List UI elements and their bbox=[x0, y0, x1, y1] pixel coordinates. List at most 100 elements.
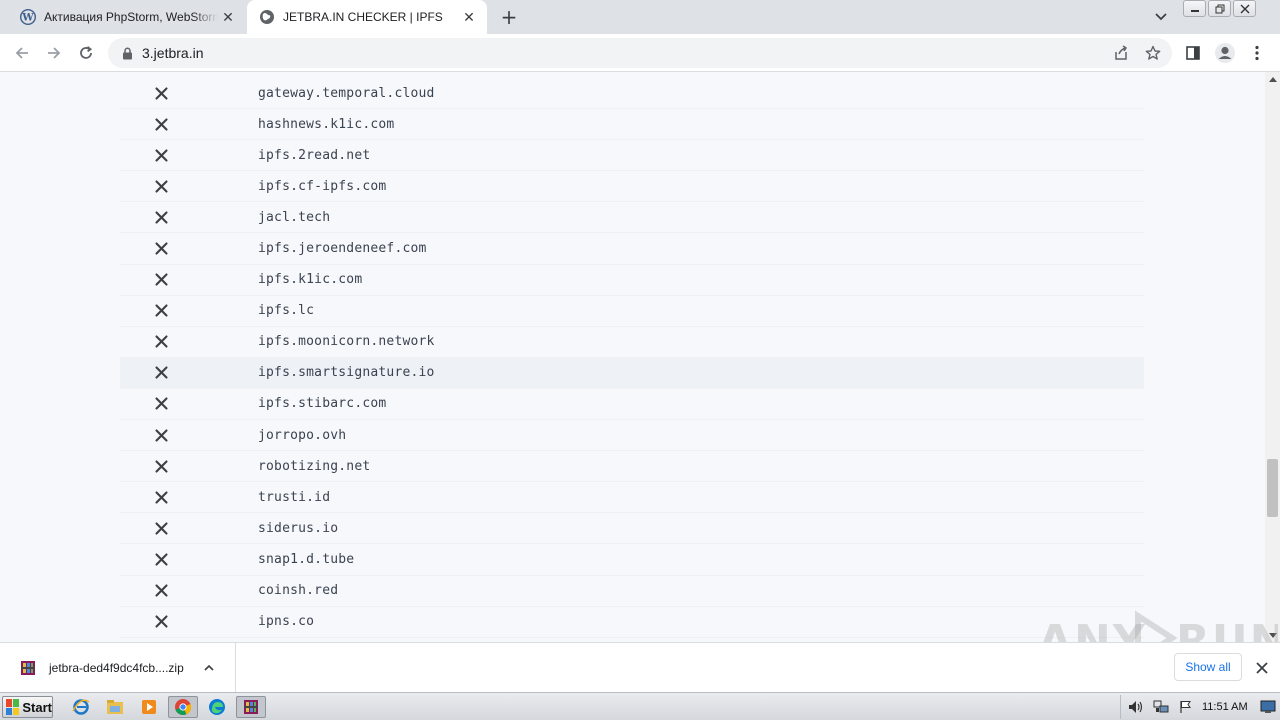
share-icon bbox=[1115, 45, 1128, 60]
close-window-button[interactable] bbox=[1233, 0, 1256, 17]
gateway-domain: ipfs.stibarc.com bbox=[258, 396, 387, 412]
gateway-row: siderus.io bbox=[120, 513, 1144, 545]
caret-up-icon bbox=[1268, 76, 1277, 82]
tab-checker[interactable]: JETBRA.IN CHECKER | IPFS ✕ bbox=[247, 0, 487, 34]
gateway-row: coinsh.red bbox=[120, 576, 1144, 607]
folder-icon bbox=[107, 700, 123, 714]
archive-file-icon bbox=[20, 660, 36, 676]
new-tab-button[interactable]: + bbox=[497, 5, 521, 29]
system-tray: 11:51 AM bbox=[1120, 695, 1280, 719]
fail-x-icon bbox=[120, 86, 200, 100]
fail-x-icon bbox=[120, 429, 200, 442]
forward-button[interactable] bbox=[42, 41, 66, 65]
avatar-icon bbox=[1215, 43, 1235, 63]
gateway-domain: ipfs.moonicorn.network bbox=[258, 334, 435, 350]
edge-icon bbox=[209, 699, 225, 715]
gateway-domain: ipfs.lc bbox=[258, 303, 315, 319]
gateway-row: ipns.co bbox=[120, 607, 1144, 638]
menu-button[interactable] bbox=[1246, 42, 1268, 64]
gateway-domain: gateway.temporal.cloud bbox=[258, 85, 435, 101]
network-icon[interactable] bbox=[1151, 698, 1171, 716]
start-label: Start bbox=[22, 699, 52, 715]
fail-x-icon bbox=[120, 522, 200, 535]
fail-x-icon bbox=[120, 304, 200, 317]
gateway-domain: robotizing.net bbox=[258, 458, 371, 474]
gateway-row: ipfs.jeroendeneef.com bbox=[120, 233, 1144, 265]
gateway-row: ipfs.stibarc.com bbox=[120, 389, 1144, 421]
scroll-up-button[interactable] bbox=[1265, 72, 1280, 86]
fail-x-icon bbox=[120, 460, 200, 473]
side-panel-icon bbox=[1186, 46, 1200, 60]
gateway-domain: snap1.d.tube bbox=[258, 551, 355, 567]
taskbar-clock[interactable]: 11:51 AM bbox=[1202, 701, 1248, 713]
windows-flag-icon bbox=[6, 699, 20, 715]
gateway-domain: jorropo.ovh bbox=[258, 427, 347, 443]
arrow-right-icon bbox=[48, 47, 61, 59]
page-content: gateway.temporal.cloud hashnews.k1ic.com i… bbox=[0, 72, 1265, 642]
taskbar-explorer[interactable] bbox=[100, 696, 130, 718]
action-center-flag-icon[interactable] bbox=[1176, 698, 1196, 716]
taskbar-chrome[interactable] bbox=[168, 696, 198, 718]
chevron-down-icon bbox=[1155, 13, 1167, 21]
reload-icon bbox=[80, 46, 93, 59]
tab-activation[interactable]: W Активация PhpStorm, WebStorm, IntelliJ… bbox=[8, 0, 246, 34]
chrome-icon bbox=[175, 699, 192, 716]
taskbar-edge[interactable] bbox=[202, 696, 232, 718]
fail-x-icon bbox=[120, 335, 200, 348]
taskbar-media-player[interactable] bbox=[134, 696, 164, 718]
gateway-row: gateway.temporal.cloud bbox=[120, 78, 1144, 110]
gateway-domain: ipfs.cf-ipfs.com bbox=[258, 178, 387, 194]
reload-button[interactable] bbox=[74, 41, 98, 65]
fail-x-icon bbox=[120, 397, 200, 411]
restore-button[interactable] bbox=[1208, 0, 1231, 17]
side-panel-button[interactable] bbox=[1182, 42, 1204, 64]
gateway-domain: ipns.co bbox=[258, 614, 315, 630]
close-download-bar-button[interactable] bbox=[1252, 658, 1272, 678]
show-desktop-icon[interactable] bbox=[1258, 698, 1278, 716]
tab-title: JETBRA.IN CHECKER | IPFS bbox=[283, 10, 443, 24]
restore-icon bbox=[1215, 4, 1224, 13]
url-text: 3.jetbra.in bbox=[142, 45, 204, 61]
globe-icon bbox=[259, 9, 275, 25]
address-bar[interactable]: 3.jetbra.in bbox=[108, 38, 1172, 68]
back-button[interactable] bbox=[10, 41, 34, 65]
gateway-row: trusti.id bbox=[120, 482, 1144, 514]
gateway-list: gateway.temporal.cloud hashnews.k1ic.com i… bbox=[120, 78, 1144, 638]
fail-x-icon bbox=[120, 366, 200, 379]
bookmark-button[interactable] bbox=[1142, 42, 1164, 64]
arrow-left-icon bbox=[15, 47, 28, 59]
gateway-domain: ipfs.2read.net bbox=[258, 147, 371, 163]
minimize-button[interactable] bbox=[1183, 0, 1206, 17]
close-icon[interactable]: ✕ bbox=[459, 7, 479, 27]
scrollbar-thumb[interactable] bbox=[1267, 459, 1278, 517]
download-options-button[interactable] bbox=[202, 661, 216, 675]
taskbar-ie[interactable] bbox=[66, 696, 96, 718]
internet-explorer-icon bbox=[72, 699, 90, 715]
winrar-icon bbox=[244, 700, 258, 714]
tab-search-button[interactable] bbox=[1150, 6, 1172, 28]
show-all-button[interactable]: Show all bbox=[1174, 653, 1242, 681]
gateway-row: ipfs.lc bbox=[120, 296, 1144, 327]
taskbar-winrar[interactable] bbox=[236, 696, 266, 718]
download-item[interactable]: jetbra-ded4f9dc4fcb....zip bbox=[0, 643, 236, 693]
gateway-row: jorropo.ovh bbox=[120, 420, 1144, 452]
close-icon bbox=[1240, 4, 1249, 13]
minimize-icon bbox=[1190, 9, 1199, 12]
fail-x-icon bbox=[120, 149, 200, 162]
profile-button[interactable] bbox=[1214, 42, 1236, 64]
taskbar-apps bbox=[66, 696, 266, 718]
gateway-domain: coinsh.red bbox=[258, 583, 339, 599]
fail-x-icon bbox=[120, 273, 200, 286]
gateway-domain: siderus.io bbox=[258, 520, 339, 536]
close-icon bbox=[1256, 662, 1268, 674]
close-icon[interactable]: ✕ bbox=[218, 7, 238, 27]
gateway-row: jacl.tech bbox=[120, 202, 1144, 234]
fail-x-icon bbox=[120, 211, 200, 224]
tab-title: Активация PhpStorm, WebStorm, IntelliJ bbox=[44, 10, 218, 24]
share-button[interactable] bbox=[1110, 42, 1132, 64]
start-button[interactable]: Start bbox=[2, 696, 53, 718]
window-controls bbox=[1183, 0, 1256, 18]
fail-x-icon bbox=[120, 118, 200, 131]
vertical-scrollbar[interactable] bbox=[1265, 72, 1280, 642]
volume-icon[interactable] bbox=[1126, 698, 1146, 716]
